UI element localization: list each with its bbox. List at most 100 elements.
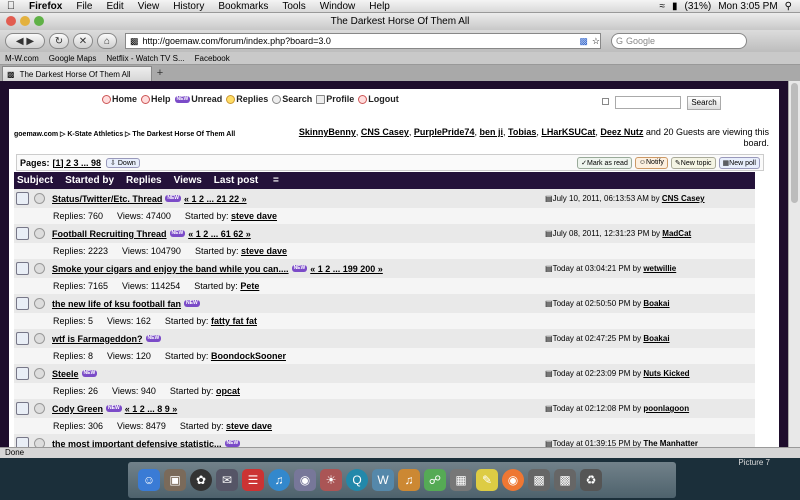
new-badge-icon[interactable]: NEW [291, 265, 308, 272]
topic-title-link[interactable]: the most important defensive statistic..… [52, 439, 222, 448]
col-last-post[interactable]: Last post = [214, 175, 291, 186]
url-bar[interactable]: ▩ http://goemaw.com/forum/index.php?boar… [125, 33, 601, 49]
apple-menu-icon[interactable]:  [0, 0, 22, 12]
photos-icon[interactable]: ☀ [320, 469, 342, 491]
menu-unread-label[interactable]: Unread [191, 94, 222, 104]
bookmark-mw[interactable]: M-W.com [5, 54, 39, 63]
menu-file[interactable]: File [69, 1, 99, 12]
breadcrumb[interactable]: goemaw.com ▷ K-State Athletics ▷ The Dar… [14, 130, 254, 139]
menu-search[interactable]: Search [272, 94, 312, 104]
menu-help-label[interactable]: Help [151, 94, 171, 104]
last-poster-link[interactable]: CNS Casey [662, 194, 705, 203]
forum-search-input[interactable] [615, 96, 681, 109]
trash-icon[interactable]: ♻ [580, 469, 602, 491]
new-badge-icon[interactable]: NEW [169, 230, 186, 237]
notify-label[interactable]: Notify [646, 159, 664, 166]
spotlight-icon[interactable]: ⚲ [785, 1, 792, 12]
window-thumbnail-icon[interactable]: ▩ [528, 469, 550, 491]
back-forward-button[interactable]: ◀ ▶ [5, 33, 45, 49]
new-topic-label[interactable]: New topic [681, 160, 712, 167]
topic-title-link[interactable]: Football Recruiting Thread [52, 229, 167, 239]
topic-title-link[interactable]: Steele [52, 369, 79, 379]
viewer-link[interactable]: ben ji [479, 127, 503, 137]
last-poster-link[interactable]: Boakai [643, 299, 669, 308]
col-subject[interactable]: Subject [17, 175, 53, 186]
menu-profile-label[interactable]: Profile [326, 94, 354, 104]
garageband-icon[interactable]: ♫ [398, 469, 420, 491]
back-arrow-icon[interactable]: ◀ [16, 36, 24, 47]
topic-page-links[interactable]: « 1 2 ... 21 22 » [184, 194, 247, 204]
search-placeholder[interactable]: Google [626, 36, 655, 46]
reload-button[interactable]: ↻ [49, 33, 69, 49]
new-poll-label[interactable]: New poll [729, 160, 756, 167]
bookmark-star-icon[interactable]: ☆ [592, 36, 600, 47]
last-poster-link[interactable]: Nuts Kicked [643, 369, 689, 378]
topic-page-links[interactable]: « 1 2 ... 8 9 » [125, 404, 178, 414]
menu-help[interactable]: Help [362, 1, 397, 12]
col-started-by[interactable]: Started by [65, 175, 114, 186]
stickies-icon[interactable]: ✎ [476, 469, 498, 491]
menu-view[interactable]: View [131, 1, 167, 12]
tab-darkest-horse[interactable]: ▩ The Darkest Horse Of Them All [2, 66, 152, 81]
new-badge-icon[interactable]: NEW [145, 335, 162, 342]
menu-bookmarks[interactable]: Bookmarks [211, 1, 275, 12]
battery-icon[interactable]: ▮ [672, 1, 678, 12]
zoom-window-icon[interactable] [34, 16, 44, 26]
menu-search-label[interactable]: Search [282, 94, 312, 104]
photo-booth-icon[interactable]: ◉ [294, 469, 316, 491]
menu-replies[interactable]: Replies [226, 94, 268, 104]
last-post-icon[interactable]: ▤ [545, 264, 553, 273]
topic-pages-text[interactable]: « 1 2 ... 199 200 » [310, 264, 383, 274]
topic-title-link[interactable]: the new life of ksu football fan [52, 299, 181, 309]
finder-icon[interactable]: ☺ [138, 469, 160, 491]
last-post-icon[interactable]: ▤ [545, 404, 553, 413]
trash-stack-icon[interactable]: ▦ [450, 469, 472, 491]
topic-page-links[interactable]: « 1 2 ... 199 200 » [310, 264, 383, 274]
new-poll-button[interactable]: ▦New poll [718, 156, 760, 169]
topic-title-link[interactable]: Cody Green [52, 404, 103, 414]
last-post-icon[interactable]: ▤ [545, 334, 553, 343]
col-replies[interactable]: Replies [126, 175, 162, 186]
col-views[interactable]: Views [174, 175, 202, 186]
menubar-clock[interactable]: Mon 3:05 PM [718, 1, 777, 12]
google-icon[interactable]: G [616, 36, 623, 46]
new-badge-icon[interactable]: NEW [106, 405, 122, 412]
new-badge-icon[interactable]: NEW [224, 440, 241, 447]
search-checkbox[interactable] [602, 98, 609, 105]
last-post-icon[interactable]: ▤ [545, 299, 553, 308]
viewer-link[interactable]: SkinnyBenny [299, 127, 356, 137]
page-links[interactable]: [1] 2 3 ... 98 [53, 158, 102, 168]
viewer-link[interactable]: Deez Nutz [600, 127, 643, 137]
topic-title-link[interactable]: wtf is Farmageddon? [52, 334, 143, 344]
topic-title-link[interactable]: Smoke your cigars and enjoy the band whi… [52, 264, 289, 274]
topic-starter-link[interactable]: Pete [240, 281, 259, 291]
page-scrollbar[interactable] [788, 81, 800, 447]
menu-help-link[interactable]: Help [141, 94, 171, 104]
rss-icon[interactable]: ▩ [579, 36, 588, 47]
last-poster-link[interactable]: MadCat [662, 229, 691, 238]
last-poster-link[interactable]: wetwillie [643, 264, 676, 273]
viewer-link[interactable]: Tobias [508, 127, 536, 137]
topic-pages-text[interactable]: « 1 2 ... 8 9 » [125, 404, 178, 414]
menu-logout[interactable]: Logout [358, 94, 399, 104]
topic-starter-link[interactable]: fatty fat fat [211, 316, 257, 326]
new-topic-button[interactable]: ✎New topic [670, 156, 716, 169]
new-badge-icon[interactable]: NEW [81, 370, 98, 377]
menu-profile[interactable]: Profile [316, 94, 354, 104]
topic-starter-link[interactable]: steve dave [241, 246, 287, 256]
last-post-icon[interactable]: ▤ [545, 369, 553, 378]
quicktime-icon[interactable]: Q [346, 469, 368, 491]
menu-logout-label[interactable]: Logout [368, 94, 399, 104]
menu-window[interactable]: Window [313, 1, 363, 12]
mark-as-read-button[interactable]: ✓Mark as read [577, 156, 632, 169]
topic-pages-text[interactable]: « 1 2 ... 21 22 » [184, 194, 247, 204]
last-poster-link[interactable]: poonlagoon [643, 404, 689, 413]
word-icon[interactable]: W [372, 469, 394, 491]
stop-button[interactable]: ✕ [73, 33, 93, 49]
menu-home[interactable]: Home [102, 94, 137, 104]
col-last-post-label[interactable]: Last post [214, 175, 258, 186]
network-icon[interactable]: ☍ [424, 469, 446, 491]
topic-title-link[interactable]: Status/Twitter/Etc. Thread [52, 194, 162, 204]
last-post-icon[interactable]: ▤ [545, 439, 553, 447]
mark-as-read-label[interactable]: Mark as read [587, 160, 628, 167]
